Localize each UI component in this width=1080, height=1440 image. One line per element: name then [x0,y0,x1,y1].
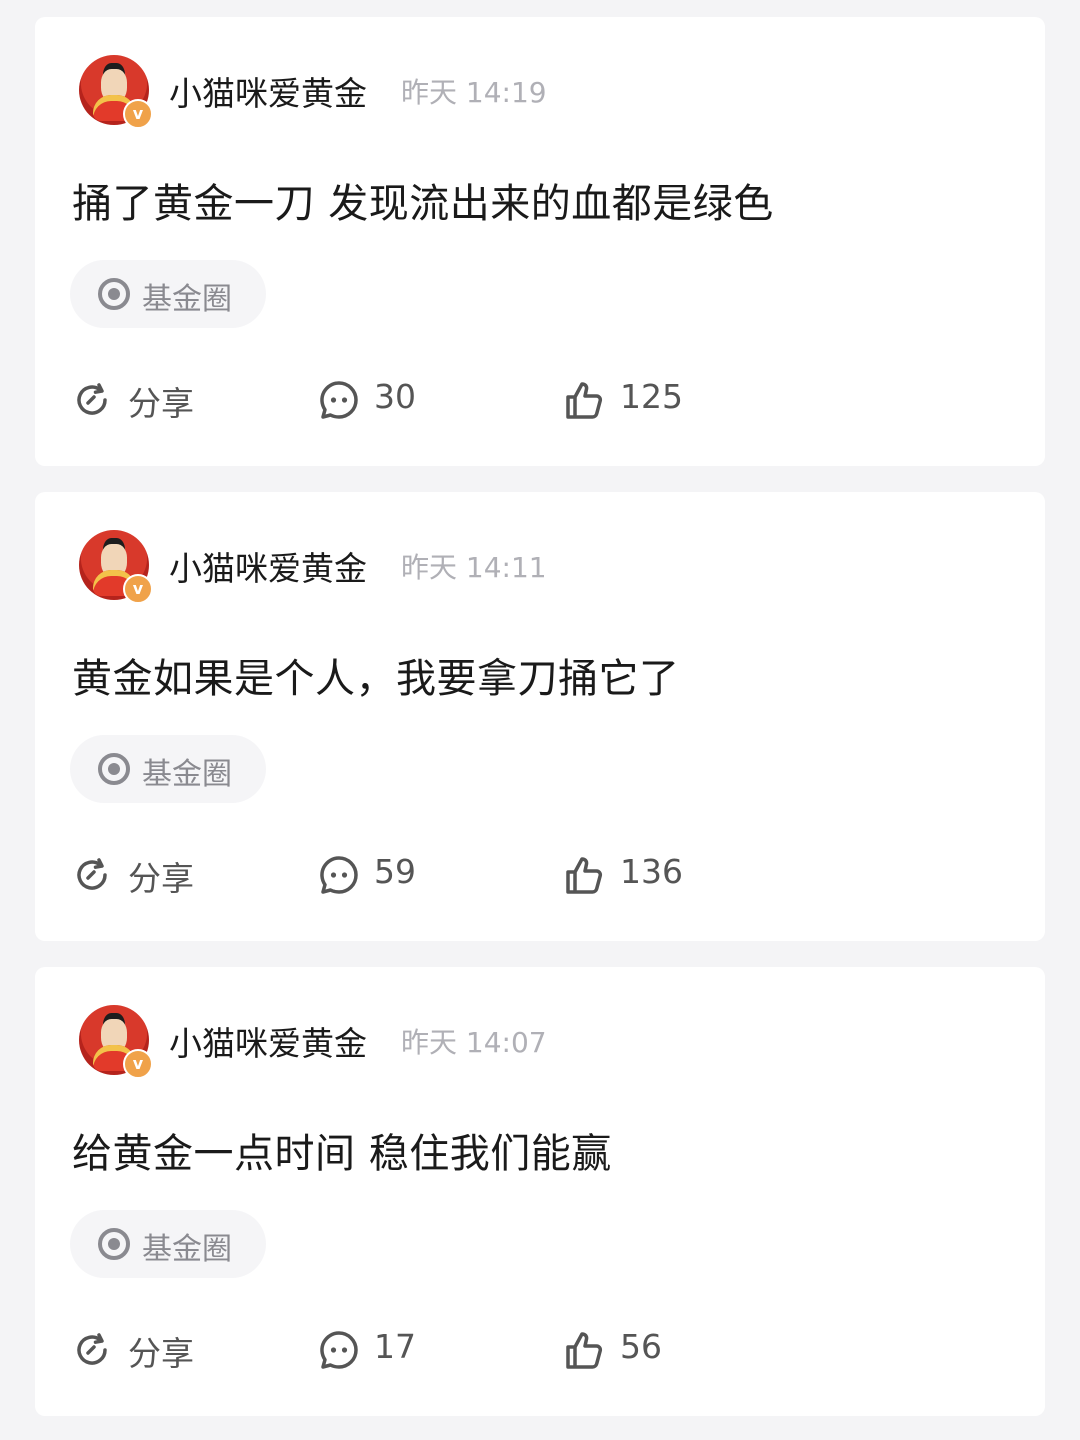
target-icon [98,278,130,310]
post-time: 昨天 14:11 [401,551,547,584]
like-count: 56 [620,1327,662,1366]
post-card[interactable]: v 小猫咪爱黄金 昨天 14:19 捅了黄金一刀 发现流出来的血都是绿色 基金圈… [35,17,1045,466]
topic-tag[interactable]: 基金圈 [70,260,266,328]
like-count: 125 [620,377,683,416]
share-icon [77,1333,107,1365]
target-icon [98,753,130,785]
verified-badge-icon: v [123,574,153,604]
topic-tag[interactable]: 基金圈 [70,735,266,803]
verified-badge-icon: v [123,1049,153,1079]
comment-icon [320,1331,358,1369]
username[interactable]: 小猫咪爱黄金 [169,542,367,590]
comment-icon [320,856,358,894]
comment-count: 17 [374,1327,416,1366]
verified-badge-icon: v [123,99,153,129]
topic-tag-label: 基金圈 [142,1232,232,1267]
topic-tag-label: 基金圈 [142,282,232,317]
post-content[interactable]: 捅了黄金一刀 发现流出来的血都是绿色 [72,171,774,229]
post-time: 昨天 14:07 [401,1026,547,1059]
share-icon [77,858,107,890]
target-icon [98,1228,130,1260]
thumbs-up-icon [566,382,603,419]
share-icon [77,383,107,415]
comment-icon [320,381,358,419]
topic-tag[interactable]: 基金圈 [70,1210,266,1278]
share-label: 分享 [128,1334,194,1373]
like-count: 136 [620,852,683,891]
comment-count: 30 [374,377,416,416]
share-label: 分享 [128,859,194,898]
thumbs-up-icon [566,857,603,894]
post-content[interactable]: 给黄金一点时间 稳住我们能赢 [72,1121,612,1179]
post-time: 昨天 14:19 [401,76,547,109]
username[interactable]: 小猫咪爱黄金 [169,67,367,115]
username[interactable]: 小猫咪爱黄金 [169,1017,367,1065]
post-card[interactable]: v 小猫咪爱黄金 昨天 14:07 给黄金一点时间 稳住我们能赢 基金圈 分享 … [35,967,1045,1416]
post-content[interactable]: 黄金如果是个人，我要拿刀捅它了 [72,646,680,704]
topic-tag-label: 基金圈 [142,757,232,792]
share-label: 分享 [128,384,194,423]
thumbs-up-icon [566,1332,603,1369]
comment-count: 59 [374,852,416,891]
post-card[interactable]: v 小猫咪爱黄金 昨天 14:11 黄金如果是个人，我要拿刀捅它了 基金圈 分享… [35,492,1045,941]
